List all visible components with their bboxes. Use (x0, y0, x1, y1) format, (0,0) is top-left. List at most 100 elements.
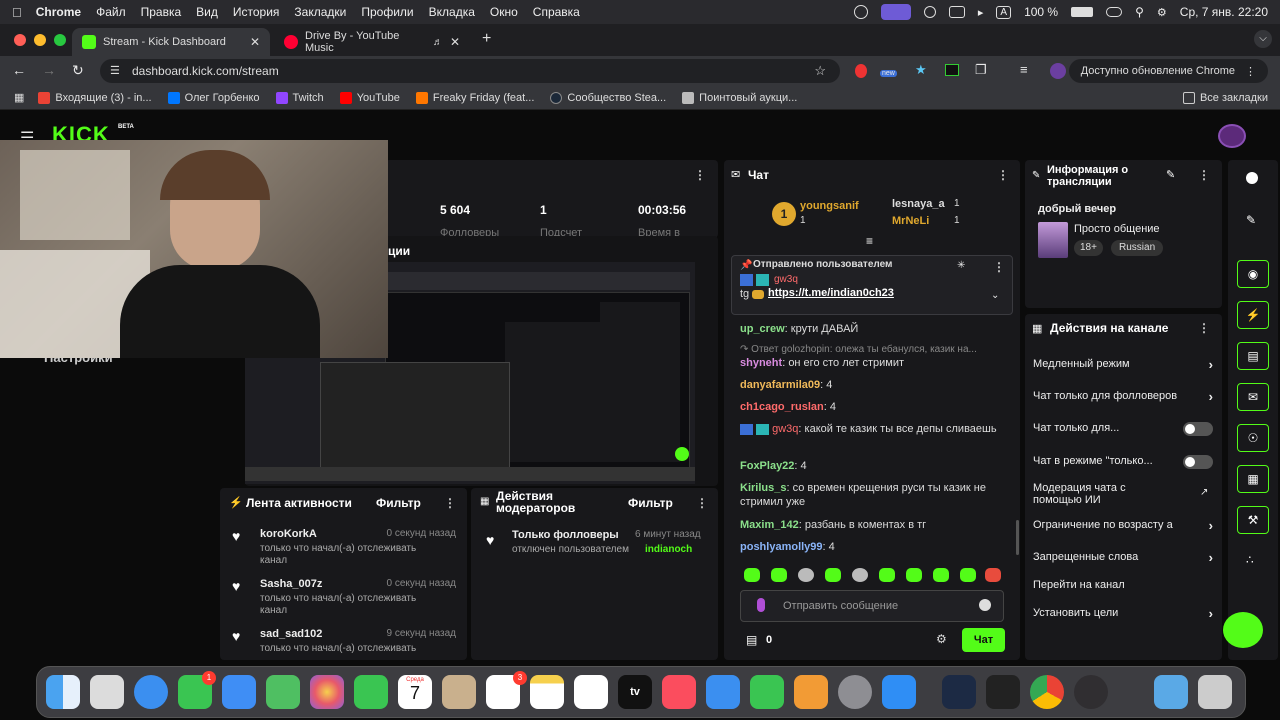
layout-icon[interactable]: ▦ (1237, 465, 1269, 493)
lightning-icon[interactable]: ⚡ (1237, 301, 1269, 329)
chat-username[interactable]: ch1cago_ruslan (740, 401, 824, 413)
menu-item[interactable]: Файл (96, 5, 126, 19)
chat-icon[interactable]: ✉ (1237, 383, 1269, 411)
menu-item[interactable]: Закладки (294, 5, 346, 19)
emote-icon[interactable] (906, 568, 922, 582)
calendar-icon[interactable]: Среда 7 (398, 675, 432, 709)
obs-icon[interactable] (1074, 675, 1108, 709)
tab-youtube-music[interactable]: Drive By - YouTube Music ♬ ✕ (274, 28, 470, 56)
close-tab-icon[interactable]: ✕ (250, 35, 260, 49)
finder-icon[interactable] (46, 675, 80, 709)
activity-user[interactable]: koroKorkA (260, 528, 317, 540)
menu-item[interactable]: Окно (490, 5, 518, 19)
speaker-icon[interactable]: ▸ (978, 6, 984, 19)
keynote-icon[interactable] (706, 675, 740, 709)
chat-settings-icon[interactable]: ⚙ (936, 632, 947, 646)
facetime-icon[interactable] (354, 675, 388, 709)
info-circle-icon[interactable] (1246, 172, 1258, 184)
chat-username[interactable]: shyneht (740, 357, 782, 369)
go-to-channel-action[interactable]: Перейти на канал (1033, 579, 1213, 591)
microphone-icon[interactable] (757, 598, 765, 612)
mod-actions-filter-button[interactable]: Фильтр (628, 496, 673, 510)
launchpad-icon[interactable] (90, 675, 124, 709)
apple-icon[interactable]:  (12, 5, 22, 20)
pinned-more-icon[interactable]: ⋮ (993, 260, 1005, 274)
emote-icon[interactable] (879, 568, 895, 582)
back-button[interactable]: ← (12, 62, 26, 78)
chat-username[interactable]: danyafarmila09 (740, 379, 820, 391)
menu-item[interactable]: Профили (361, 5, 413, 19)
menu-item[interactable]: Вкладка (429, 5, 475, 19)
chat-username[interactable]: Kirilus_s (740, 482, 786, 494)
mod-action-by[interactable]: indianoch (645, 544, 692, 555)
battery-icon[interactable] (1071, 7, 1094, 17)
broadcast-icon[interactable]: ☉ (1237, 424, 1269, 452)
top-user-name[interactable]: youngsanif (800, 200, 859, 212)
menu-item[interactable]: Правка (141, 5, 182, 19)
activity-more-icon[interactable]: ⋮ (444, 496, 456, 510)
activity-user[interactable]: sad_sad102 (260, 628, 322, 640)
bookmark-vk[interactable]: Олег Горбенко (167, 91, 260, 104)
send-chat-button[interactable]: Чат (962, 628, 1005, 652)
set-goals-action[interactable]: Установить цели › (1033, 606, 1213, 621)
site-info-icon[interactable]: ☰ (110, 64, 120, 77)
new-tab-button[interactable]: + (482, 30, 491, 48)
menu-item[interactable]: Вид (196, 5, 218, 19)
bookmark-youtube[interactable]: YouTube (339, 91, 400, 104)
external-link-icon[interactable]: ↗ (1200, 487, 1208, 498)
bookmark-star-icon[interactable]: ☆ (814, 63, 826, 79)
safari-icon[interactable] (134, 675, 168, 709)
app-store-icon[interactable] (882, 675, 916, 709)
tab-kick-dashboard[interactable]: Stream - Kick Dashboard ✕ (72, 28, 270, 56)
extension-red-icon[interactable] (855, 64, 867, 78)
wrench-icon[interactable]: ⚒ (1237, 506, 1269, 534)
menu-item[interactable]: Справка (533, 5, 580, 19)
extensions-puzzle-icon[interactable]: ❐ (975, 62, 987, 78)
apple-tv-icon[interactable]: tv (618, 675, 652, 709)
tab-search-button[interactable]: ⌵ (1254, 30, 1272, 48)
emote-icon[interactable] (852, 568, 868, 582)
green-action-button[interactable] (1223, 612, 1263, 648)
control-center-icon[interactable]: ⚙ (1157, 6, 1167, 19)
chat-more-icon[interactable]: ⋮ (997, 168, 1009, 182)
profile-avatar[interactable] (1050, 63, 1066, 79)
trash-icon[interactable] (1198, 675, 1232, 709)
age-restriction-action[interactable]: Ограничение по возрасту а › (1033, 519, 1213, 531)
bookmark-auction[interactable]: Поинтовый аукци... (682, 91, 797, 104)
chat-input[interactable]: Отправить сообщение (740, 590, 1004, 622)
points-icon[interactable]: ▤ (746, 633, 757, 647)
link-icon[interactable] (1106, 7, 1123, 17)
emoji-picker-icon[interactable] (979, 599, 991, 611)
close-tab-icon[interactable]: ✕ (450, 35, 460, 49)
emote-icon[interactable] (825, 568, 841, 582)
extension-new-badge[interactable]: new (880, 70, 897, 77)
piano-app-icon[interactable] (986, 675, 1020, 709)
ai-assistant-icon[interactable] (942, 675, 976, 709)
expand-pinned-icon[interactable]: ⌄ (991, 290, 999, 301)
bookmark-gmail[interactable]: Входящие (3) - in... (38, 91, 152, 104)
notes-icon[interactable]: ▤ (1237, 342, 1269, 370)
emote-icon[interactable] (933, 568, 949, 582)
chat-username[interactable]: poshlyamolly99 (740, 541, 823, 553)
banned-words-action[interactable]: Запрещенные слова › (1033, 550, 1213, 565)
emote-only-toggle[interactable] (1183, 455, 1213, 469)
pages-icon[interactable] (794, 675, 828, 709)
chat-username[interactable]: gw3q (772, 423, 798, 435)
notes-app-icon[interactable] (530, 675, 564, 709)
camera-icon[interactable]: ◉ (1237, 260, 1269, 288)
top-user-name[interactable]: lesnaya_a (892, 198, 945, 210)
unpin-icon[interactable]: ✳ (957, 260, 965, 271)
more-menu-icon[interactable]: ⋮ (1245, 65, 1256, 78)
chrome-icon[interactable] (1030, 675, 1064, 709)
menu-app-name[interactable]: Chrome (36, 5, 81, 19)
maps-icon[interactable] (266, 675, 300, 709)
more-widgets-icon[interactable]: ∴ (1246, 553, 1254, 567)
edit-icon[interactable]: ✎ (1246, 213, 1256, 227)
address-bar[interactable]: ☰ dashboard.kick.com/stream ☆ (100, 59, 840, 83)
menu-item[interactable]: История (233, 5, 280, 19)
followers-only-action[interactable]: Чат только для фолловеров › (1033, 390, 1213, 402)
system-settings-icon[interactable] (838, 675, 872, 709)
apps-grid-icon[interactable]: ▦ (14, 91, 24, 104)
info-more-icon[interactable]: ⋮ (1198, 168, 1210, 182)
numbers-icon[interactable] (750, 675, 784, 709)
